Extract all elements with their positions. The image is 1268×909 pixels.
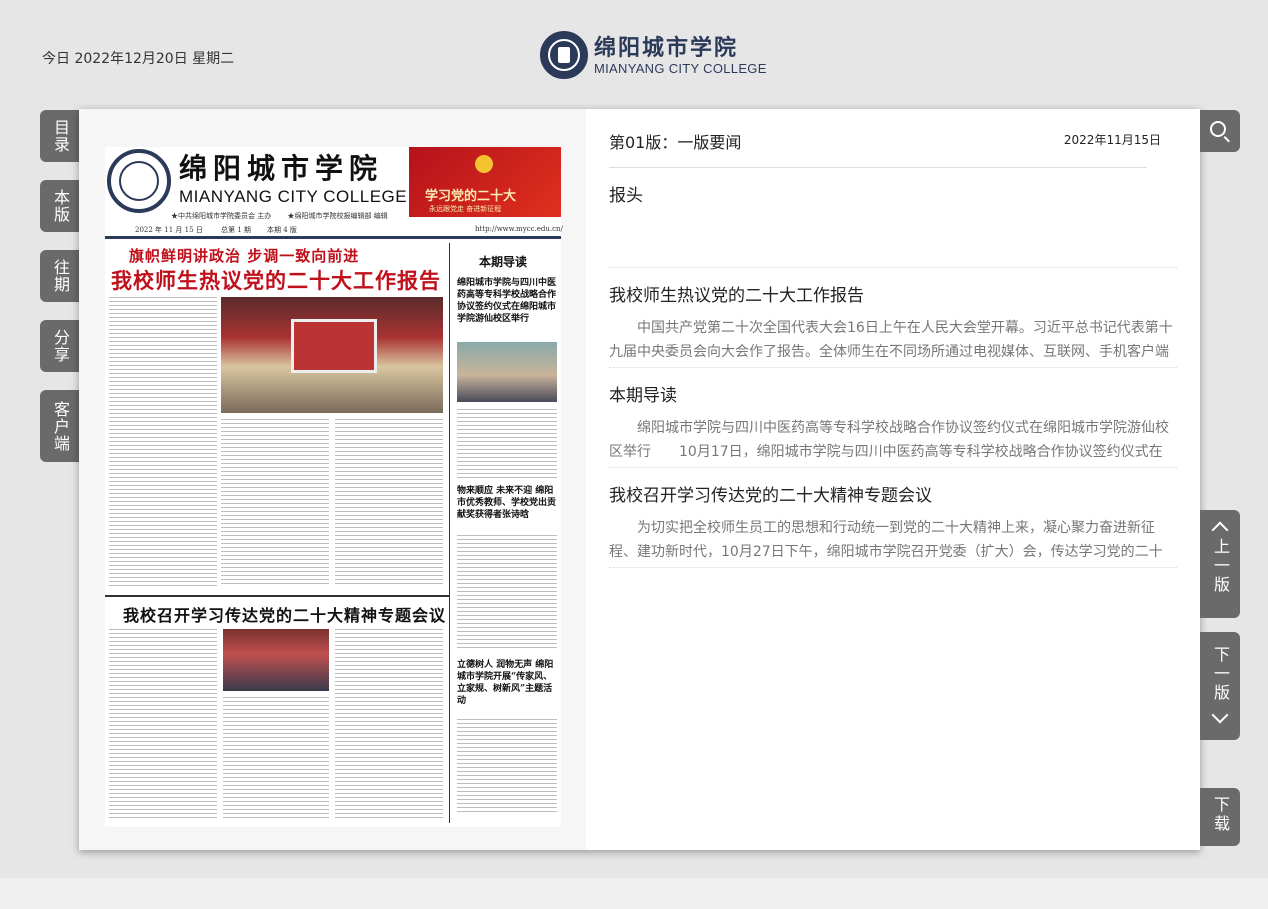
article-item[interactable]: 我校召开学习传达党的二十大精神专题会议 为切实把全校师生员工的思想和行动统一到党… — [609, 481, 1177, 564]
newspaper-seal-icon — [107, 149, 171, 213]
article-title[interactable]: 我校师生热议党的二十大工作报告 — [609, 281, 1177, 306]
article-divider — [609, 367, 1177, 368]
college-logo[interactable]: 绵阳城市学院 MIANYANG CITY COLLEGE — [540, 30, 767, 80]
meeting-photo — [223, 629, 329, 691]
article-snippet: 为切实把全校师生员工的思想和行动统一到党的二十大精神上来，凝心聚力奋进新征程、建… — [609, 520, 1163, 560]
next-edition-label: 下一版 — [1211, 646, 1230, 703]
tab-this-edition[interactable]: 本版 — [40, 180, 80, 232]
article-snippet: 绵阳城市学院与四川中医药高等专科学校战略合作协议签约仪式在绵阳城市学院游仙校区举… — [609, 420, 1169, 460]
logo-chinese-name: 绵阳城市学院 — [594, 34, 739, 61]
article-item[interactable]: 我校师生热议党的二十大工作报告 中国共产党第二十次全国代表大会16日上午在人民大… — [609, 281, 1177, 364]
article-title[interactable]: 报头 — [609, 181, 1177, 206]
article-item[interactable]: 报头 — [609, 181, 1177, 206]
article-title[interactable]: 本期导读 — [609, 381, 1177, 406]
guide-title: 本期导读 — [479, 255, 528, 269]
sponsor-left: ★中共绵阳城市学院委员会 主办 — [171, 212, 272, 220]
sponsor-right: ★绵阳城市学院校报编辑部 编辑 — [287, 212, 388, 220]
prev-edition-label: 上一版 — [1211, 538, 1230, 595]
college-seal-icon — [540, 31, 588, 79]
text-column — [457, 719, 557, 813]
masthead-english: MIANYANG CITY COLLEGE — [179, 187, 408, 206]
tab-catalog[interactable]: 目录 — [40, 110, 80, 162]
banner-title: 学习党的二十大 — [425, 189, 517, 204]
footer-strip — [0, 878, 1268, 909]
issue-pages: 本期 4 版 — [267, 226, 297, 234]
edition-article-list: 第01版：一版要闻 2022年11月15日 报头 我校师生热议党的二十大工作报告… — [609, 109, 1177, 850]
column-rule — [449, 243, 450, 823]
second-headline[interactable]: 我校召开学习传达党的二十大精神专题会议 — [123, 602, 446, 626]
article-item[interactable]: 本期导读 绵阳城市学院与四川中医药高等专科学校战略合作协议签约仪式在绵阳城市学院… — [609, 381, 1177, 464]
section-rule — [105, 595, 449, 597]
masthead-chinese: 绵阳城市学院 — [179, 152, 384, 185]
logo-english-name: MIANYANG CITY COLLEGE — [594, 60, 767, 76]
search-button[interactable] — [1200, 110, 1240, 152]
next-edition-button[interactable]: 下一版 — [1200, 632, 1240, 740]
issue-total: 总第 1 期 — [221, 226, 251, 234]
side-headline-teacher[interactable]: 物来顺应 未来不迎 绵阳市优秀教师、学校党出贡献奖获得者张诗晗 — [457, 485, 559, 521]
article-snippet: 中国共产党第二十次全国代表大会16日上午在人民大会堂开幕。习近平总书记代表第十九… — [609, 320, 1173, 360]
banner-subtitle: 永远跟党走 奋进新征程 — [429, 205, 502, 213]
newspaper-page-image[interactable]: 绵阳城市学院 MIANYANG CITY COLLEGE ★中共绵阳城市学院委员… — [105, 147, 563, 827]
text-column — [109, 629, 217, 819]
download-label: 下载 — [1211, 796, 1230, 834]
search-icon — [1210, 121, 1226, 137]
download-button[interactable]: 下载 — [1200, 788, 1240, 846]
masthead-sponsors: ★中共绵阳城市学院委员会 主办 ★绵阳城市学院校报编辑部 编辑 — [171, 211, 388, 221]
tab-past-issues[interactable]: 往期 — [40, 250, 80, 302]
guide-headline[interactable]: 绵阳城市学院与四川中医药高等专科学校战略合作协议签约仪式在绵阳城市学院游仙校区举… — [457, 277, 559, 325]
lead-headline[interactable]: 我校师生热议党的二十大工作报告 — [111, 265, 441, 295]
lead-kicker[interactable]: 旗帜鲜明讲政治 步调一致向前进 — [129, 245, 359, 266]
article-divider — [609, 267, 1177, 268]
issue-website: http://www.mycc.edu.cn/ — [475, 225, 563, 233]
today-date: 今日 2022年12月20日 星期二 — [42, 51, 235, 67]
tab-client[interactable]: 客户端 — [40, 390, 80, 462]
article-divider — [609, 467, 1177, 468]
prev-edition-button[interactable]: 上一版 — [1200, 510, 1240, 618]
article-title[interactable]: 我校召开学习传达党的二十大精神专题会议 — [609, 481, 1177, 506]
side-headline-family[interactable]: 立德树人 润物无声 绵阳城市学院开展“传家风、立家规、树新风”主题活动 — [457, 659, 559, 707]
publication-date: 2022年11月15日 — [1063, 133, 1161, 147]
text-column — [109, 297, 217, 587]
text-column — [221, 419, 329, 587]
party-congress-banner: 学习党的二十大 永远跟党走 奋进新征程 — [409, 147, 561, 217]
issue-dateline: 2022 年 11 月 15 日 总第 1 期 本期 4 版 http://ww… — [105, 223, 563, 239]
title-divider — [609, 167, 1147, 168]
chevron-up-icon — [1200, 516, 1240, 538]
tab-share[interactable]: 分享 — [40, 320, 80, 372]
text-column — [223, 697, 329, 819]
text-column — [457, 535, 557, 650]
article-divider — [609, 567, 1177, 568]
edition-title: 第01版：一版要闻 — [609, 133, 742, 152]
text-column — [335, 419, 443, 587]
lead-photo — [221, 297, 443, 413]
newspaper-page-view[interactable]: 绵阳城市学院 MIANYANG CITY COLLEGE ★中共绵阳城市学院委员… — [79, 109, 586, 850]
party-emblem-icon — [475, 155, 493, 173]
text-column — [457, 409, 557, 479]
text-column — [335, 629, 443, 819]
issue-date: 2022 年 11 月 15 日 — [135, 226, 203, 234]
reader-panel: 绵阳城市学院 MIANYANG CITY COLLEGE ★中共绵阳城市学院委员… — [79, 109, 1200, 850]
chevron-down-icon — [1200, 707, 1240, 729]
guide-photo — [457, 342, 557, 402]
